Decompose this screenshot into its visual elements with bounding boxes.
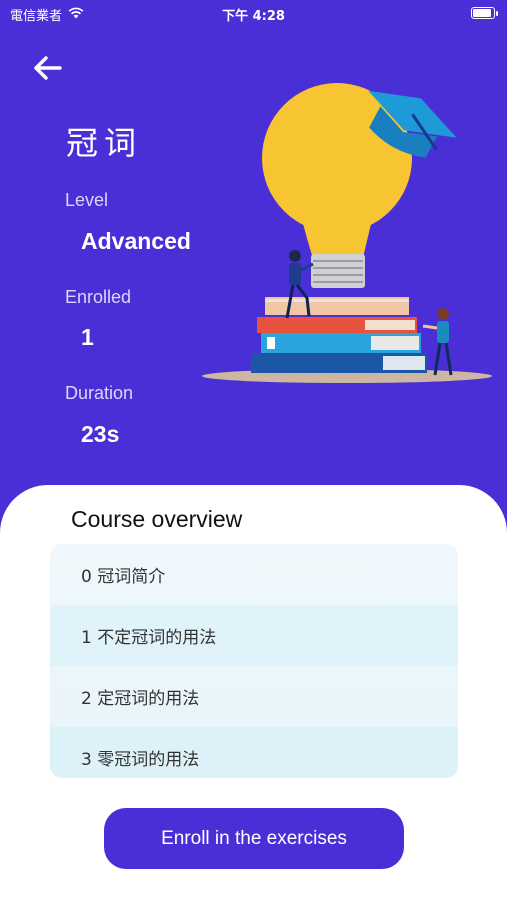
lesson-list: 0 冠词简介 1 不定冠词的用法 2 定冠词的用法 3 零冠词的用法 — [50, 544, 458, 778]
list-item[interactable]: 1 不定冠词的用法 — [50, 605, 458, 666]
list-item[interactable]: 3 零冠词的用法 — [50, 727, 458, 778]
status-bar: 電信業者 下午 4:28 — [0, 0, 507, 28]
enroll-button[interactable]: Enroll in the exercises — [104, 808, 404, 869]
level-label: Level — [65, 190, 109, 210]
list-item[interactable]: 0 冠词简介 — [50, 544, 458, 605]
duration-label: Duration — [65, 383, 134, 403]
level-value: Advanced — [81, 228, 191, 254]
back-button[interactable] — [30, 52, 66, 84]
course-overview-title: Course overview — [71, 506, 243, 532]
duration-value: 23s — [81, 421, 120, 447]
lightbulb-illustration — [202, 83, 492, 383]
list-item[interactable]: 2 定冠词的用法 — [50, 666, 458, 727]
battery-icon — [471, 7, 498, 19]
arrow-left-icon — [34, 56, 62, 80]
enrolled-label: Enrolled — [65, 287, 132, 307]
status-time: 下午 4:28 — [222, 9, 285, 24]
enrolled-value: 1 — [81, 324, 94, 350]
course-title: 冠词 — [66, 124, 143, 162]
